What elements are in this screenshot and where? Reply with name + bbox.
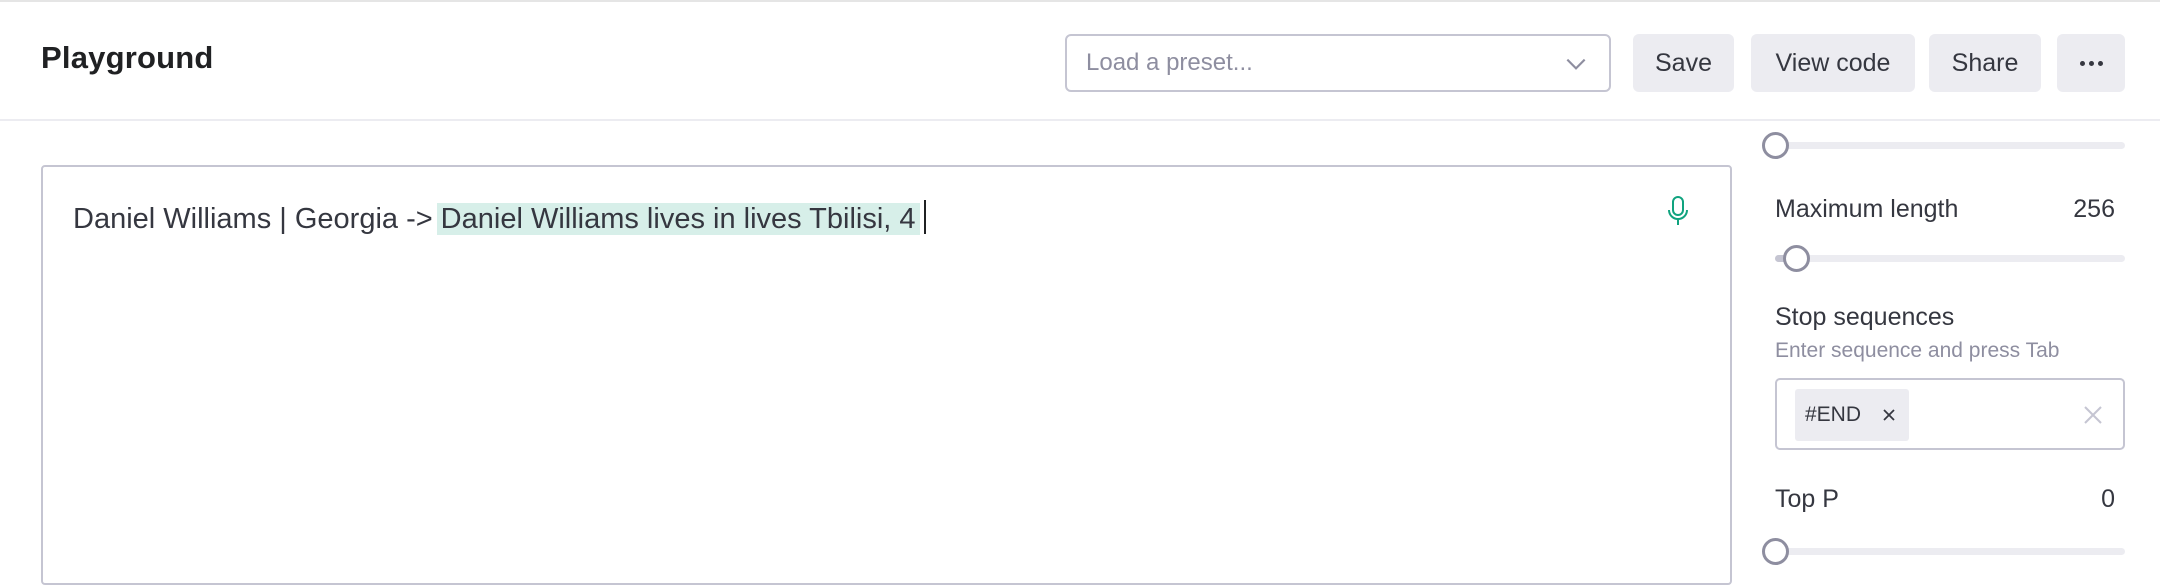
- text-caret: [923, 200, 926, 234]
- settings-panel: Maximum length 256 Stop sequences Enter …: [1762, 121, 2125, 572]
- max-length-value[interactable]: 256: [2073, 195, 2115, 224]
- top-p-value[interactable]: 0: [2101, 485, 2115, 514]
- prompt-editor[interactable]: Daniel Williams | Georgia -> Daniel Willi…: [41, 165, 1732, 585]
- top-slider-thumb[interactable]: [1762, 132, 1789, 159]
- more-options-button[interactable]: [2057, 34, 2125, 92]
- top-p-slider[interactable]: [1762, 538, 2125, 565]
- max-length-slider-thumb[interactable]: [1783, 245, 1810, 272]
- save-button[interactable]: Save: [1633, 34, 1734, 92]
- prompt-text: Daniel Williams | Georgia ->: [73, 203, 433, 235]
- preset-select[interactable]: Load a preset...: [1065, 34, 1611, 92]
- page-title: Playground: [41, 40, 214, 75]
- top-slider[interactable]: [1762, 132, 2125, 159]
- stop-sequences-hint: Enter sequence and press Tab: [1775, 339, 2060, 362]
- clear-icon[interactable]: [2083, 405, 2103, 425]
- view-code-button[interactable]: View code: [1751, 34, 1915, 92]
- stop-sequence-chip-label: #END: [1805, 403, 1862, 426]
- max-length-slider[interactable]: [1775, 245, 2125, 272]
- stop-sequence-chip: #END: [1795, 389, 1909, 441]
- stop-sequences-label: Stop sequences: [1775, 303, 1955, 331]
- chevron-down-icon: [1566, 58, 1586, 70]
- top-p-label: Top P: [1775, 485, 1839, 513]
- top-bar: Playground Load a preset... Save View co…: [0, 0, 2160, 121]
- stop-sequences-input[interactable]: #END: [1775, 378, 2125, 450]
- share-button[interactable]: Share: [1929, 34, 2041, 92]
- top-p-slider-thumb[interactable]: [1762, 538, 1789, 565]
- completion-text: Daniel Williams lives in lives Tbilisi, …: [436, 203, 920, 235]
- preset-placeholder: Load a preset...: [1086, 49, 1253, 76]
- more-horizontal-icon: [2079, 60, 2103, 66]
- close-icon[interactable]: [1881, 407, 1897, 423]
- microphone-icon[interactable]: [1666, 195, 1690, 227]
- editor-content[interactable]: Daniel Williams | Georgia -> Daniel Willi…: [73, 199, 926, 239]
- max-length-label: Maximum length: [1775, 195, 1959, 223]
